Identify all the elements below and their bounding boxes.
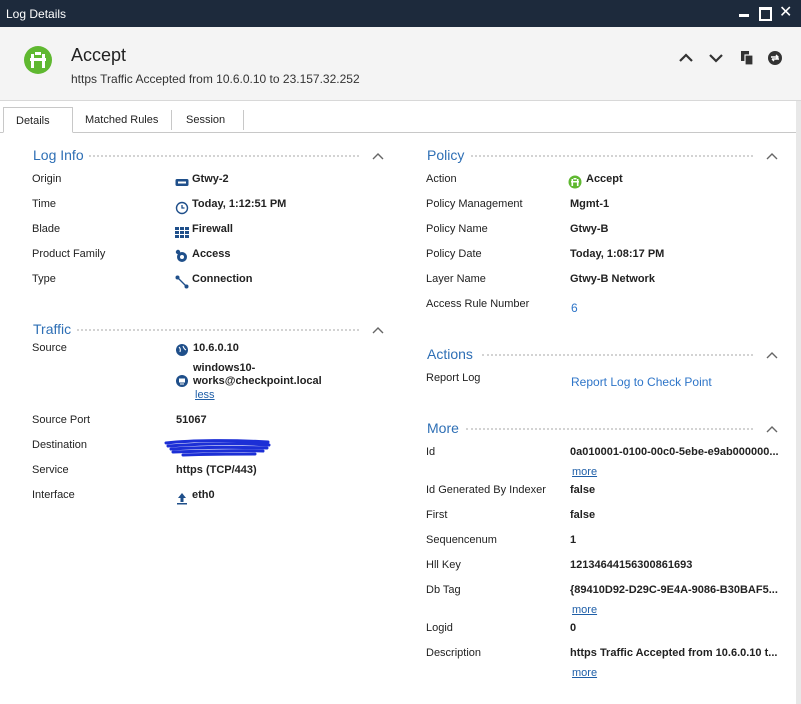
maximize-icon[interactable] — [758, 6, 772, 21]
access-rule-number-link[interactable]: 6 — [571, 301, 578, 315]
action-value: Accept — [586, 173, 623, 185]
id-more-link[interactable]: more — [572, 466, 597, 478]
logid-label: Logid — [426, 622, 453, 634]
collapse-log-info-icon[interactable] — [372, 151, 384, 160]
description-value: https Traffic Accepted from 10.6.0.10 t.… — [570, 647, 778, 659]
collapse-traffic-icon[interactable] — [372, 325, 384, 334]
source-port-value: 51067 — [176, 414, 207, 426]
traffic-section-title: Traffic — [33, 321, 72, 337]
section-divider — [482, 354, 753, 356]
action-label: Action — [426, 173, 457, 185]
interface-arrow-icon — [175, 491, 189, 505]
window-titlebar: Log Details ✕ — [0, 0, 801, 27]
product-family-value: Access — [192, 248, 231, 260]
section-divider — [466, 428, 753, 430]
chevron-down-icon[interactable] — [707, 49, 725, 67]
source-port-label: Source Port — [32, 414, 91, 426]
policy-date-value: Today, 1:08:17 PM — [570, 248, 665, 260]
description-label: Description — [426, 647, 482, 659]
tab-matched-rules[interactable]: Matched Rules — [74, 110, 172, 130]
layer-name-value: Gtwy-B Network — [570, 273, 655, 285]
access-rule-number-label: Access Rule Number — [426, 298, 530, 310]
collapse-more-icon[interactable] — [766, 424, 778, 433]
tab-details[interactable]: Details — [3, 107, 73, 133]
id-label: Id — [426, 446, 436, 458]
close-icon[interactable]: ✕ — [779, 5, 793, 21]
policy-management-value: Mgmt-1 — [570, 198, 610, 210]
source-user-line2: works@checkpoint.local — [193, 375, 322, 387]
id-value: 0a010001-0100-00c0-5ebe-e9ab000000... — [570, 446, 779, 458]
service-value: https (TCP/443) — [176, 464, 257, 476]
clock-icon — [175, 201, 189, 215]
source-ip-value: 10.6.0.10 — [193, 342, 239, 354]
section-divider — [471, 155, 753, 157]
layer-name-label: Layer Name — [426, 273, 486, 285]
source-label: Source — [32, 342, 67, 354]
section-divider — [89, 155, 359, 157]
tab-bar: Details Matched Rules Session — [0, 107, 801, 133]
origin-value: Gtwy-2 — [192, 173, 229, 185]
hll-key-label: Hll Key — [426, 559, 461, 571]
collapse-actions-icon[interactable] — [766, 350, 778, 359]
first-label: First — [426, 509, 448, 521]
section-divider — [77, 329, 359, 331]
collapse-policy-icon[interactable] — [766, 151, 778, 160]
type-label: Type — [32, 273, 56, 285]
less-link[interactable]: less — [195, 389, 215, 401]
time-label: Time — [32, 198, 57, 210]
blade-label: Blade — [32, 223, 61, 235]
sequencenum-label: Sequencenum — [426, 534, 497, 546]
logid-value: 0 — [570, 622, 577, 634]
origin-label: Origin — [32, 173, 62, 185]
accept-icon — [568, 175, 582, 189]
log-info-section-title: Log Info — [33, 147, 84, 163]
db-tag-more-link[interactable]: more — [572, 604, 597, 616]
log-subtitle: https Traffic Accepted from 10.6.0.10 to… — [71, 72, 360, 86]
window-border — [796, 101, 801, 704]
minimize-icon[interactable] — [737, 6, 751, 20]
hll-key-value: 12134644156300861693 — [570, 559, 693, 571]
log-header: Accept https Traffic Accepted from 10.6.… — [0, 27, 801, 101]
blade-value: Firewall — [192, 223, 233, 235]
log-title: Accept — [71, 45, 127, 65]
actions-section-title: Actions — [427, 346, 473, 362]
type-value: Connection — [192, 273, 253, 285]
report-log-link[interactable]: Report Log to Check Point — [571, 375, 712, 389]
accept-firewall-icon — [24, 46, 52, 74]
tab-session[interactable]: Session — [173, 110, 244, 130]
db-tag-value: {89410D92-D29C-9E4A-9086-B30BAF5... — [570, 584, 778, 596]
db-tag-label: Db Tag — [426, 584, 461, 596]
product-family-label: Product Family — [32, 248, 106, 260]
copy-icon[interactable] — [738, 49, 756, 67]
service-label: Service — [32, 464, 69, 476]
computer-icon — [175, 374, 189, 388]
policy-name-value: Gtwy-B — [570, 223, 609, 235]
share-icon[interactable] — [766, 49, 784, 67]
interface-label: Interface — [32, 489, 75, 501]
window-title: Log Details — [6, 7, 67, 21]
chevron-up-icon[interactable] — [677, 49, 695, 67]
destination-label: Destination — [32, 439, 88, 451]
interface-value: eth0 — [192, 489, 215, 501]
id-generated-by-indexer-label: Id Generated By Indexer — [426, 484, 546, 496]
firewall-icon — [175, 225, 189, 239]
access-icon — [175, 249, 189, 263]
policy-section-title: Policy — [427, 147, 465, 163]
source-user-line1: windows10- — [193, 362, 256, 374]
policy-date-label: Policy Date — [426, 248, 482, 260]
report-log-label: Report Log — [426, 372, 481, 384]
sequencenum-value: 1 — [570, 534, 577, 546]
redaction-scribble — [164, 439, 271, 457]
description-more-link[interactable]: more — [572, 667, 597, 679]
globe-icon — [175, 343, 189, 357]
first-value: false — [570, 509, 596, 521]
policy-management-label: Policy Management — [426, 198, 523, 210]
connection-icon — [175, 275, 189, 289]
id-generated-by-indexer-value: false — [570, 484, 596, 496]
time-value: Today, 1:12:51 PM — [192, 198, 287, 210]
more-section-title: More — [427, 420, 459, 436]
gateway-icon — [175, 176, 189, 190]
policy-name-label: Policy Name — [426, 223, 488, 235]
